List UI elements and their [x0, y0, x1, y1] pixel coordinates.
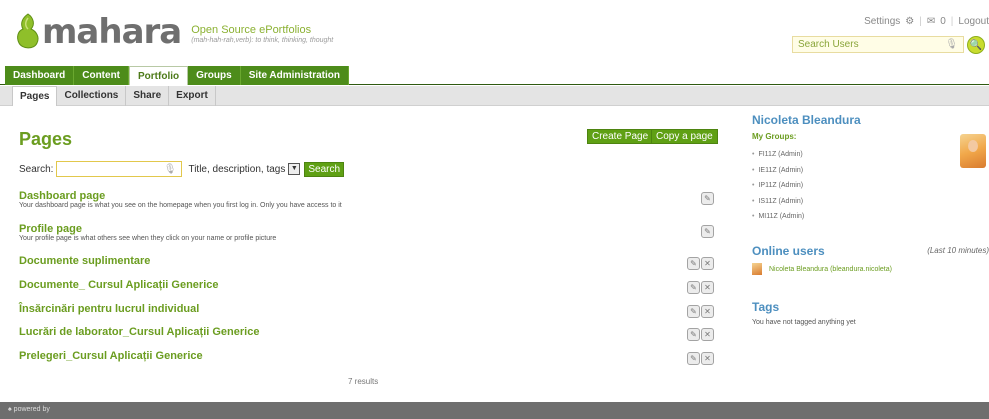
tagline: Open Source ePortfolios (mah-hah-rah,ver…	[191, 24, 333, 44]
microphone-icon[interactable]: 🎙	[164, 164, 177, 175]
page-list-item: Documente suplimentare ✎ ✕	[19, 255, 714, 270]
search-row: Search: 🎙 Title, description, tags ▼ Sea…	[19, 161, 345, 177]
page-list-item: Documente_ Cursul Aplicații Generice ✎ ✕	[19, 279, 714, 294]
logout-link[interactable]: Logout	[958, 16, 989, 27]
group-link[interactable]: FI11Z (Admin)	[752, 147, 804, 163]
group-link[interactable]: IP11Z (Admin)	[752, 178, 804, 194]
my-groups-label: My Groups:	[752, 132, 797, 141]
mahara-logo-icon	[17, 13, 39, 49]
online-users-period: (Last 10 minutes)	[927, 246, 989, 255]
results-count: 7 results	[348, 377, 379, 386]
page-actions: ✎ ✕	[687, 352, 714, 365]
page-actions: ✎ ✕	[687, 257, 714, 270]
top-links: Settings ⚙ | ✉ 0 | Logout	[864, 16, 989, 27]
user-avatar-icon	[752, 263, 762, 275]
edit-icon[interactable]: ✎	[687, 328, 700, 341]
main-nav-tab-dashboard[interactable]: Dashboard	[5, 66, 75, 85]
copy-page-button[interactable]: Copy a page	[651, 129, 718, 144]
online-user-name[interactable]: Nicoleta Bleandura (bleandura.nicoleta)	[769, 266, 892, 273]
edit-icon[interactable]: ✎	[687, 305, 700, 318]
delete-icon[interactable]: ✕	[701, 281, 714, 294]
sub-nav: Pages Collections Share Export	[0, 86, 989, 106]
tagline-sub: (mah-hah-rah,verb): to think, thinking, …	[191, 37, 334, 44]
page-actions: ✎	[701, 225, 714, 238]
settings-link[interactable]: Settings	[864, 16, 900, 27]
page-description: Your dashboard page is what you see on t…	[19, 202, 342, 209]
mahara-small-icon: ♠	[8, 406, 12, 413]
logo[interactable]: mahara Open Source ePortfolios (mah-hah-…	[14, 12, 333, 52]
page-title-link[interactable]: Dashboard page	[19, 190, 714, 202]
delete-icon[interactable]: ✕	[701, 257, 714, 270]
page-list-item: Dashboard page Your dashboard page is wha…	[19, 190, 714, 209]
powered-by: ♠ powered by	[8, 406, 50, 413]
page-title-link[interactable]: Profile page	[19, 223, 714, 235]
page-title-link[interactable]: Lucrări de laborator_Cursul Aplicații Ge…	[19, 326, 714, 338]
tags-title: Tags	[752, 300, 780, 314]
page-list-item: Însărcinări pentru lucrul individual ✎ ✕	[19, 303, 714, 318]
footer: ♠ powered by	[0, 402, 989, 419]
sub-nav-tab-share[interactable]: Share	[126, 86, 170, 106]
page-list-item: Profile page Your profile page is what ot…	[19, 223, 714, 242]
search-label: Search:	[19, 163, 54, 175]
search-button[interactable]: Search	[304, 161, 345, 177]
inbox-count[interactable]: 0	[940, 16, 946, 27]
search-users-placeholder: Search Users	[798, 39, 859, 50]
search-scope-select[interactable]: Title, description, tags	[188, 164, 285, 175]
page-list-item: Prelegeri_Cursul Aplicații Generice ✎ ✕	[19, 350, 714, 365]
logo-text: mahara	[42, 12, 182, 52]
create-page-button[interactable]: Create Page	[587, 129, 654, 144]
page-title-link[interactable]: Documente_ Cursul Aplicații Generice	[19, 279, 714, 291]
header: mahara Open Source ePortfolios (mah-hah-…	[0, 0, 989, 66]
edit-icon[interactable]: ✎	[701, 225, 714, 238]
separator: |	[919, 16, 922, 27]
page-actions: ✎	[701, 192, 714, 205]
main-nav: Dashboard Content Portfolio Groups Site Admi…	[0, 66, 989, 85]
page-actions: ✎ ✕	[687, 281, 714, 294]
search-go-button[interactable]: 🔍	[967, 36, 985, 54]
delete-icon[interactable]: ✕	[701, 328, 714, 341]
page-actions: ✎ ✕	[687, 328, 714, 341]
page-description: Your profile page is what others see whe…	[19, 235, 277, 242]
microphone-icon[interactable]: 🎙	[945, 39, 958, 50]
group-link[interactable]: IS11Z (Admin)	[752, 194, 804, 210]
page-title-link[interactable]: Prelegeri_Cursul Aplicații Generice	[19, 350, 714, 362]
tags-text: You have not tagged anything yet	[752, 319, 856, 326]
page-title-link[interactable]: Însărcinări pentru lucrul individual	[19, 303, 714, 315]
inbox-icon[interactable]: ✉	[927, 16, 935, 27]
search-users-input[interactable]: Search Users 🎙	[792, 36, 964, 53]
separator: |	[950, 16, 954, 27]
sub-nav-tab-export[interactable]: Export	[169, 86, 216, 106]
powered-by-text: powered by	[13, 406, 50, 413]
sub-nav-tab-pages[interactable]: Pages	[12, 86, 58, 106]
avatar[interactable]	[960, 134, 986, 168]
page-title: Pages	[19, 129, 73, 149]
edit-icon[interactable]: ✎	[687, 352, 700, 365]
edit-icon[interactable]: ✎	[687, 281, 700, 294]
page-actions: ✎ ✕	[687, 305, 714, 318]
sub-nav-tab-collections[interactable]: Collections	[57, 86, 127, 106]
search-icon: 🔍	[969, 39, 983, 51]
edit-icon[interactable]: ✎	[701, 192, 714, 205]
chevron-down-icon[interactable]: ▼	[288, 163, 301, 175]
search-input[interactable]: 🎙	[56, 161, 183, 177]
edit-icon[interactable]: ✎	[687, 257, 700, 270]
tagline-main: Open Source ePortfolios	[191, 24, 312, 36]
online-user[interactable]: Nicoleta Bleandura (bleandura.nicoleta)	[752, 263, 892, 275]
online-users-title: Online users	[752, 244, 825, 258]
group-link[interactable]: MI11Z (Admin)	[752, 209, 804, 225]
main-nav-tab-site-administration[interactable]: Site Administration	[240, 66, 349, 85]
main-nav-tab-content[interactable]: Content	[74, 66, 130, 85]
delete-icon[interactable]: ✕	[701, 305, 714, 318]
main-nav-tab-portfolio[interactable]: Portfolio	[129, 66, 189, 85]
group-link[interactable]: IE11Z (Admin)	[752, 163, 804, 179]
main-nav-tab-groups[interactable]: Groups	[188, 66, 241, 85]
sidebar-user-name[interactable]: Nicoleta Bleandura	[752, 113, 861, 127]
page-title-link[interactable]: Documente suplimentare	[19, 255, 714, 267]
delete-icon[interactable]: ✕	[701, 352, 714, 365]
page-list-item: Lucrări de laborator_Cursul Aplicații Ge…	[19, 326, 714, 341]
group-list: FI11Z (Admin)IE11Z (Admin)IP11Z (Admin)I…	[752, 147, 804, 225]
gear-icon[interactable]: ⚙	[905, 16, 914, 27]
